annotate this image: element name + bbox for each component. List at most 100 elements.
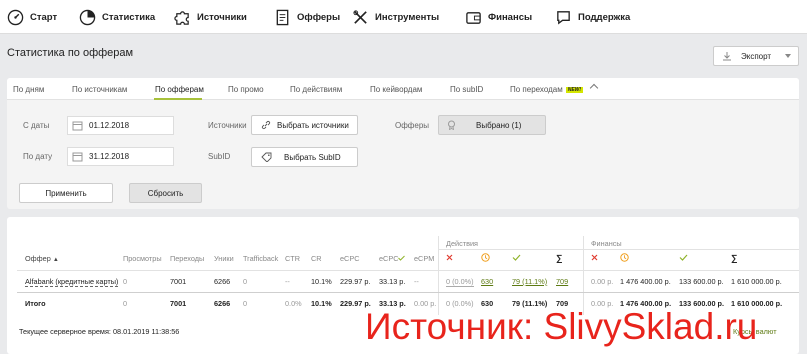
chat-bubble-icon bbox=[557, 11, 570, 25]
nav-start-label: Старт bbox=[30, 12, 58, 23]
approved-check-icon bbox=[512, 254, 521, 261]
actions-divider bbox=[438, 236, 439, 315]
nav-sources-label: Источники bbox=[197, 12, 247, 23]
row-actions-rejected[interactable]: 0 (0.0%) bbox=[446, 277, 474, 287]
select-offers-label: Выбрано (1) bbox=[476, 120, 522, 130]
row-actions-approved-count: 79 (11.1%) bbox=[512, 277, 548, 286]
nav-item-tools[interactable]: Инструменты bbox=[352, 9, 439, 26]
export-label: Экспорт bbox=[741, 51, 772, 61]
row-actions-approved[interactable]: 79 (11.1%) bbox=[512, 277, 547, 286]
row-ctr: -- bbox=[285, 277, 290, 286]
row-ecpc: 229.97 р. bbox=[340, 277, 371, 286]
pie-chart-icon bbox=[79, 9, 96, 26]
from-date-label: С даты bbox=[23, 121, 50, 130]
nav-tools-label: Инструменты bbox=[375, 12, 440, 23]
col-uniques-header[interactable]: Уники bbox=[214, 254, 234, 263]
select-offers-button[interactable]: Выбрано (1) bbox=[438, 115, 546, 135]
sort-asc-icon: ▲ bbox=[52, 257, 59, 263]
col-ecpc2-header[interactable]: eCPC bbox=[379, 254, 406, 263]
select-subid-button[interactable]: Выбрать SubID bbox=[251, 147, 358, 167]
nav-item-offers[interactable]: Офферы bbox=[274, 9, 340, 26]
approved-check-icon bbox=[679, 254, 688, 261]
tab-bar: По дням По источникам По офферам По пром… bbox=[7, 78, 799, 100]
tab-by-actions[interactable]: По действиям bbox=[290, 85, 342, 94]
tab-by-clicks-label: По переходам bbox=[510, 85, 563, 94]
row-clicks: 7001 bbox=[170, 277, 187, 286]
col-ecpc-header[interactable]: eCPC bbox=[340, 254, 359, 263]
row-actions-pending[interactable]: 630 bbox=[481, 277, 493, 286]
reset-button[interactable]: Сбросить bbox=[129, 183, 202, 203]
offer-name-link[interactable]: Alfabank (кредитные карты) bbox=[25, 277, 119, 287]
subid-label: SubID bbox=[208, 152, 231, 161]
col-cr-header[interactable]: CR bbox=[311, 254, 322, 263]
pending-clock-icon bbox=[481, 253, 490, 262]
calendar-icon bbox=[72, 152, 83, 162]
row-finance-rejected: 0.00 р. bbox=[591, 277, 614, 286]
row-cr: 10.1% bbox=[311, 277, 332, 286]
row-actions-total[interactable]: 709 bbox=[556, 277, 568, 286]
select-sources-button[interactable]: Выбрать источники bbox=[251, 115, 358, 135]
nav-support-label: Поддержка bbox=[578, 12, 631, 23]
finance-total-header: ∑ bbox=[731, 253, 738, 263]
from-date-input[interactable]: 01.12.2018 bbox=[67, 116, 174, 135]
top-navigation: Старт Статистика Источники Офферы Инстру… bbox=[0, 0, 807, 34]
new-badge: NEW! bbox=[565, 87, 584, 93]
row-finance-approved: 133 600.00 р. bbox=[679, 277, 724, 286]
tag-icon bbox=[261, 152, 272, 162]
nav-offers-label: Офферы bbox=[297, 12, 341, 23]
col-ecpm-header[interactable]: eCPM bbox=[414, 254, 434, 263]
row-finance-pending: 1 476 400.00 р. bbox=[620, 277, 671, 286]
tab-by-clicks[interactable]: По переходам NEW! bbox=[510, 85, 584, 94]
export-button[interactable]: Экспорт bbox=[713, 46, 799, 66]
badge-icon bbox=[448, 120, 455, 130]
document-icon bbox=[276, 9, 289, 26]
check-icon bbox=[398, 255, 406, 261]
server-time: Текущее серверное время: 08.01.2019 11:3… bbox=[19, 327, 180, 336]
to-date-value: 31.12.2018 bbox=[89, 152, 130, 161]
row-views: 0 bbox=[123, 277, 128, 286]
total-uniques: 6266 bbox=[214, 299, 231, 308]
apply-button[interactable]: Применить bbox=[19, 183, 113, 203]
to-date-label: По дату bbox=[23, 152, 53, 161]
col-offer-label: Оффер bbox=[25, 254, 51, 263]
row-ecpc2: 33.13 р. bbox=[379, 277, 406, 286]
to-date-input[interactable]: 31.12.2018 bbox=[67, 147, 174, 166]
nav-finance-label: Финансы bbox=[488, 12, 533, 23]
header-row-divider bbox=[17, 270, 799, 271]
active-tab-indicator bbox=[154, 98, 202, 100]
nav-item-support[interactable]: Поддержка bbox=[555, 9, 630, 26]
finance-divider bbox=[583, 236, 584, 315]
select-subid-label: Выбрать SubID bbox=[284, 152, 341, 162]
row-uniques: 6266 bbox=[214, 277, 231, 286]
group-finance-label: Финансы bbox=[591, 239, 622, 248]
nav-item-start[interactable]: Старт bbox=[7, 9, 57, 26]
nav-item-sources[interactable]: Источники bbox=[174, 9, 247, 26]
tab-by-promo[interactable]: По промо bbox=[228, 85, 264, 94]
tab-by-sources[interactable]: По источникам bbox=[72, 85, 127, 94]
col-offer-header[interactable]: Оффер ▲ bbox=[25, 254, 59, 263]
row-ecpm: -- bbox=[414, 277, 419, 286]
group-header-divider bbox=[438, 249, 799, 250]
col-ecpc2-label: eCPC bbox=[379, 254, 399, 263]
col-views-header[interactable]: Просмотры bbox=[123, 254, 162, 263]
rejected-x-icon bbox=[591, 254, 598, 261]
actions-total-header: ∑ bbox=[556, 253, 563, 263]
tab-by-keywords[interactable]: По кейвордам bbox=[370, 85, 422, 94]
total-label: Итого bbox=[25, 299, 46, 308]
chevron-up-icon[interactable] bbox=[589, 83, 599, 93]
tab-by-days[interactable]: По дням bbox=[13, 85, 44, 94]
speedometer-icon bbox=[7, 9, 24, 26]
col-trafficback-header[interactable]: Trafficback bbox=[243, 254, 278, 263]
watermark: Источник: SlivySklad.ru bbox=[365, 306, 758, 347]
nav-item-finance[interactable]: Финансы bbox=[465, 9, 532, 26]
total-trafficback: 0 bbox=[243, 299, 248, 308]
row-trafficback: 0 bbox=[243, 277, 248, 286]
tab-by-subid[interactable]: По subID bbox=[450, 85, 483, 94]
total-views: 0 bbox=[123, 299, 128, 308]
rejected-x-icon bbox=[446, 254, 453, 261]
nav-item-stats[interactable]: Статистика bbox=[79, 9, 155, 26]
tab-by-offers[interactable]: По офферам bbox=[155, 85, 204, 94]
col-clicks-header[interactable]: Переходы bbox=[170, 254, 204, 263]
col-ctr-header[interactable]: CTR bbox=[285, 254, 300, 263]
download-icon bbox=[723, 52, 731, 61]
